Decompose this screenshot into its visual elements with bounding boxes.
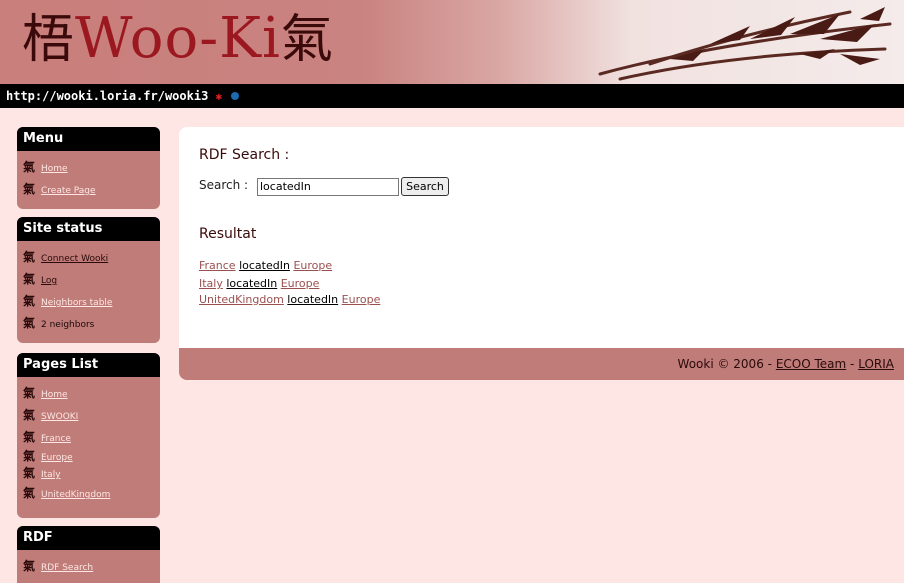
result-row: France locatedIn Europe	[199, 258, 380, 274]
status-item-connect[interactable]: 氣 Connect Wooki	[17, 246, 160, 268]
page-item-france[interactable]: 氣 France	[17, 426, 160, 448]
logo-kanji-left: 梧	[22, 10, 76, 70]
kanji-bullet-icon: 氣	[23, 449, 36, 463]
logo-kanji-right: 氣	[280, 10, 334, 70]
result-subject-link[interactable]: France	[199, 259, 236, 272]
url-bar: http://wooki.loria.fr/wooki3 ✱	[0, 84, 904, 108]
kanji-bullet-icon: 氣	[23, 250, 36, 264]
site-status-box: Site status 氣 Connect Wooki 氣 Log 氣 Neighbo…	[17, 217, 160, 343]
results-heading: Resultat	[199, 226, 257, 242]
header-banner: 梧Woo-Ki氣	[0, 0, 904, 84]
pages-list-box: Pages List 氣 Home 氣 SWOOKI 氣 France 氣 Europe…	[17, 353, 160, 518]
rdf-title: RDF	[17, 526, 160, 550]
page-item-swooki[interactable]: 氣 SWOOKI	[17, 404, 160, 426]
rdf-search-link[interactable]: RDF Search	[41, 563, 93, 573]
search-input[interactable]	[257, 178, 399, 196]
page-link-italy[interactable]: Italy	[41, 470, 61, 480]
kanji-bullet-icon: 氣	[23, 294, 36, 308]
results-list: France locatedIn Europe Italy locatedIn …	[199, 258, 380, 308]
rdf-item-search[interactable]: 氣 RDF Search	[17, 555, 160, 577]
menu-title: Menu	[17, 127, 160, 151]
menu-item-home[interactable]: 氣 Home	[17, 156, 160, 178]
menu-link-home[interactable]: Home	[41, 164, 68, 174]
page-link-unitedkingdom[interactable]: UnitedKingdom	[41, 490, 110, 500]
pages-list-title: Pages List	[17, 353, 160, 377]
menu-link-create-page[interactable]: Create Page	[41, 186, 96, 196]
neighbors-table-link[interactable]: Neighbors table	[41, 298, 112, 308]
result-object-link[interactable]: Europe	[342, 293, 381, 306]
kanji-bullet-icon: 氣	[23, 160, 36, 174]
page-link-home[interactable]: Home	[41, 390, 68, 400]
result-object-link[interactable]: Europe	[281, 277, 320, 290]
page-item-home[interactable]: 氣 Home	[17, 382, 160, 404]
rdf-box: RDF 氣 RDF Search	[17, 526, 160, 583]
footer: Wooki © 2006 - ECOO Team - LORIA	[179, 348, 904, 380]
site-logo[interactable]: 梧Woo-Ki氣	[22, 4, 334, 75]
globe-icon	[231, 92, 240, 100]
result-row: Italy locatedIn Europe	[199, 276, 380, 292]
page-title: RDF Search :	[199, 147, 290, 163]
footer-copyright: Wooki © 2006 -	[677, 357, 772, 371]
kanji-bullet-icon: 氣	[23, 316, 36, 330]
status-item-log[interactable]: 氣 Log	[17, 268, 160, 290]
kanji-bullet-icon: 氣	[23, 430, 36, 444]
bamboo-illustration	[598, 7, 892, 81]
logo-text: Woo-Ki	[75, 6, 281, 71]
search-label: Search :	[199, 178, 249, 192]
search-button[interactable]: Search	[401, 177, 449, 196]
result-predicate-link[interactable]: locatedIn	[239, 259, 290, 272]
neighbors-count: 2 neighbors	[41, 320, 95, 330]
kanji-bullet-icon: 氣	[23, 466, 36, 480]
menu-box: Menu 氣 Home 氣 Create Page	[17, 127, 160, 209]
ecoo-team-link[interactable]: ECOO Team	[776, 357, 846, 371]
page-link-swooki[interactable]: SWOOKI	[41, 412, 78, 422]
status-item-neighbors-count: 氣 2 neighbors	[17, 312, 160, 334]
page-item-europe[interactable]: 氣 Europe	[17, 448, 160, 465]
page-link-europe[interactable]: Europe	[41, 453, 73, 463]
kanji-bullet-icon: 氣	[23, 486, 36, 500]
page-link-france[interactable]: France	[41, 434, 71, 444]
page-item-italy[interactable]: 氣 Italy	[17, 465, 160, 482]
flag-icon: ✱	[215, 90, 223, 103]
loria-link[interactable]: LORIA	[858, 357, 894, 371]
kanji-bullet-icon: 氣	[23, 386, 36, 400]
kanji-bullet-icon: 氣	[23, 182, 36, 196]
log-link[interactable]: Log	[41, 276, 57, 286]
result-subject-link[interactable]: Italy	[199, 277, 223, 290]
footer-separator: -	[850, 357, 855, 371]
result-subject-link[interactable]: UnitedKingdom	[199, 293, 284, 306]
status-item-neighbors-table[interactable]: 氣 Neighbors table	[17, 290, 160, 312]
site-url[interactable]: http://wooki.loria.fr/wooki3	[0, 89, 208, 103]
menu-item-create-page[interactable]: 氣 Create Page	[17, 178, 160, 200]
page-item-unitedkingdom[interactable]: 氣 UnitedKingdom	[17, 482, 160, 504]
result-object-link[interactable]: Europe	[293, 259, 332, 272]
kanji-bullet-icon: 氣	[23, 272, 36, 286]
result-predicate-link[interactable]: locatedIn	[287, 293, 338, 306]
site-status-title: Site status	[17, 217, 160, 241]
kanji-bullet-icon: 氣	[23, 559, 36, 573]
kanji-bullet-icon: 氣	[23, 408, 36, 422]
main-content: RDF Search : Search : Search Resultat Fr…	[179, 127, 904, 350]
result-row: UnitedKingdom locatedIn Europe	[199, 292, 380, 308]
result-predicate-link[interactable]: locatedIn	[226, 277, 277, 290]
connect-wooki-link[interactable]: Connect Wooki	[41, 254, 108, 264]
